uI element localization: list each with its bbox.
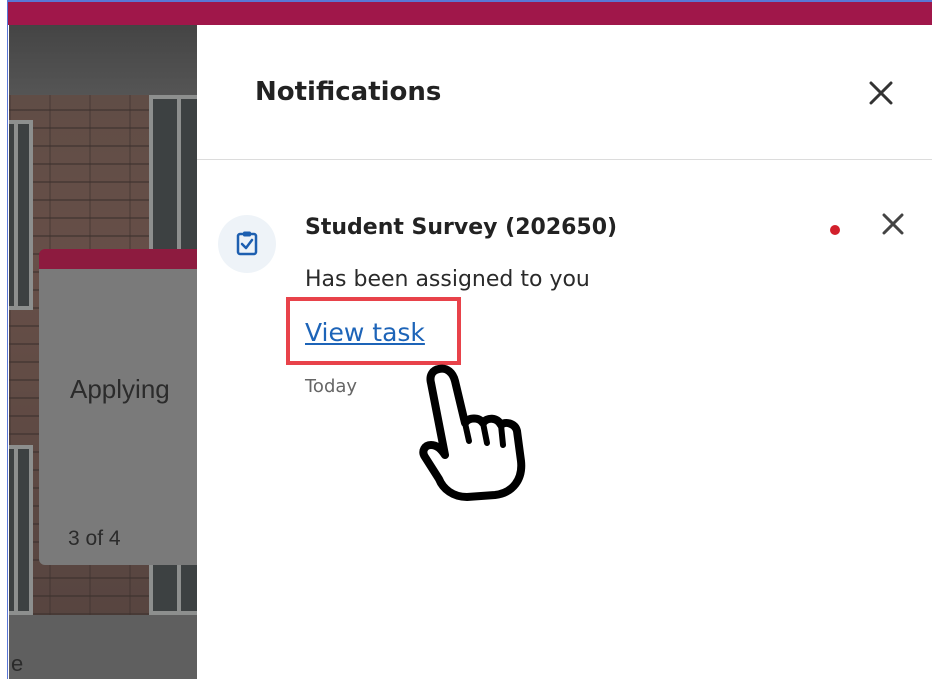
notification-title: Student Survey (202650): [305, 215, 618, 240]
pointing-hand-icon: [419, 364, 526, 501]
background-page: Applying 3 of 4 e: [9, 25, 197, 679]
window-frame-edge: [0, 0, 8, 679]
notification-timestamp: Today: [305, 376, 358, 397]
panel-title: Notifications: [255, 77, 442, 107]
notification-message: Has been assigned to you: [305, 267, 590, 292]
background-card: Applying 3 of 4: [39, 249, 197, 565]
card-title: Applying: [70, 374, 170, 404]
unread-indicator: [830, 225, 840, 235]
close-icon[interactable]: [861, 73, 901, 113]
background-text: e: [11, 651, 24, 676]
notifications-panel: Notifications Student Survey (202650) Ha…: [197, 25, 932, 679]
view-task-link[interactable]: View task: [305, 318, 425, 347]
card-counter: 3 of 4: [68, 527, 121, 550]
notification-icon-badge: [218, 215, 276, 273]
close-icon[interactable]: [875, 206, 911, 242]
clipboard-check-icon: [236, 231, 258, 256]
divider: [197, 159, 932, 160]
app-top-bar: [0, 0, 932, 25]
